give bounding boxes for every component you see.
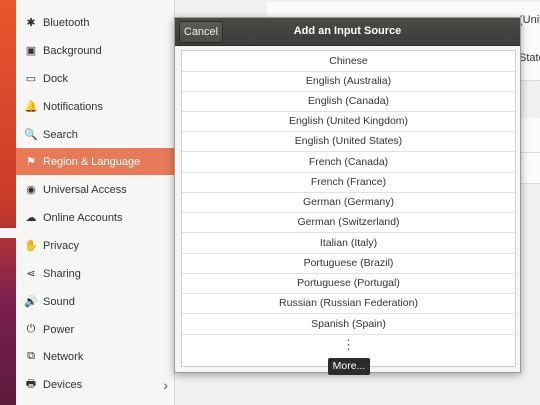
more-items-icon[interactable]: ⋮ [182,335,515,355]
sidebar-item-label: Dock [43,72,69,85]
list-item[interactable]: French (France) [182,172,515,193]
sidebar-item-label: Devices [43,378,83,391]
list-item[interactable]: Portuguese (Portugal) [182,273,515,294]
sidebar-item-label: Region & Language [43,155,141,168]
sidebar-item-label: Sound [43,295,75,308]
search-icon: 🔍 [24,129,38,141]
list-item[interactable]: German (Germany) [182,192,515,213]
input-source-list: Chinese English (Australia) English (Can… [181,50,516,367]
sidebar-item-label: Network [43,350,84,363]
sidebar-item-label: Notifications [43,100,103,113]
sidebar-item-label: Search [43,128,78,141]
cancel-button[interactable]: Cancel [179,21,223,43]
sidebar-item-label: Background [43,44,102,57]
dialog-title: Add an Input Source [293,25,402,37]
sidebar-item-region-language[interactable]: ⚑ Region & Language [16,148,174,175]
sidebar-item-notifications[interactable]: 🔔 Notifications [16,93,174,120]
sidebar-item-bluetooth[interactable]: ✱ Bluetooth [16,9,174,36]
network-icon: ⧉ [27,350,35,362]
list-item[interactable]: German (Switzerland) [182,212,515,233]
speaker-icon: 🔊 [24,296,38,308]
list-item[interactable]: English (Australia) [182,71,515,92]
sidebar-item-sharing[interactable]: ⋖ Sharing [16,260,174,287]
desktop-wallpaper-gap [0,228,16,238]
list-item[interactable]: Chinese [182,51,515,72]
online-accounts-icon: ☁ [25,212,37,224]
sidebar-item-search[interactable]: 🔍 Search [16,121,174,148]
sidebar-item-label: Power [43,323,75,336]
language-value-partial: (Unit [519,14,540,26]
sidebar-item-sound[interactable]: 🔊 Sound [16,288,174,315]
list-item[interactable]: English (Canada) [182,91,515,112]
sidebar-item-power[interactable]: ⏻ Power [16,316,174,343]
sidebar-item-privacy[interactable]: ✋ Privacy [16,232,174,259]
sidebar-item-universal-access[interactable]: ◉ Universal Access [16,176,174,203]
list-item[interactable]: Russian (Russian Federation) [182,293,515,314]
sidebar-item-label: Sharing [43,267,81,280]
sidebar-item-dock[interactable]: ▭ Dock [16,65,174,92]
sidebar-item-devices[interactable]: 🖶 Devices › [16,371,174,398]
sidebar-item-background[interactable]: ▣ Background [16,37,174,64]
list-item[interactable]: Portuguese (Brazil) [182,253,515,274]
share-icon: ⋖ [26,268,36,280]
sidebar-item-network[interactable]: ⧉ Network [16,343,174,370]
chevron-right-icon: › [163,376,168,393]
list-item[interactable]: English (United States) [182,131,515,152]
formats-value-partial: State [519,52,540,64]
power-icon: ⏻ [26,323,36,335]
devices-icon: 🖶 [25,378,37,390]
sidebar-item-online-accounts[interactable]: ☁ Online Accounts [16,204,174,231]
list-item[interactable]: French (Canada) [182,152,515,173]
sidebar-item-label: Privacy [43,239,80,252]
privacy-hand-icon: ✋ [24,240,38,252]
list-item[interactable]: Italian (Italy) [182,233,515,254]
add-input-source-dialog: Add an Input Source Cancel Chinese Engli… [174,17,521,375]
settings-sidebar: ✱ Bluetooth ▣ Background ▭ Dock 🔔 Notifi… [16,0,175,405]
bluetooth-icon: ✱ [26,17,36,29]
sidebar-item-label: Online Accounts [43,211,123,224]
accessibility-icon: ◉ [26,184,36,196]
dialog-header: Add an Input Source Cancel [175,18,520,46]
sidebar-item-label: Bluetooth [43,16,90,29]
bell-icon: 🔔 [24,101,38,113]
list-item[interactable]: English (United Kingdom) [182,111,515,132]
list-item[interactable]: Spanish (Spain) [182,314,515,335]
sidebar-item-label: Universal Access [43,183,127,196]
background-icon: ▣ [25,45,37,57]
flag-icon: ⚑ [26,156,36,168]
dock-icon: ▭ [25,73,37,85]
desktop-wallpaper-strip [0,0,16,405]
more-tooltip: More... [328,358,370,375]
